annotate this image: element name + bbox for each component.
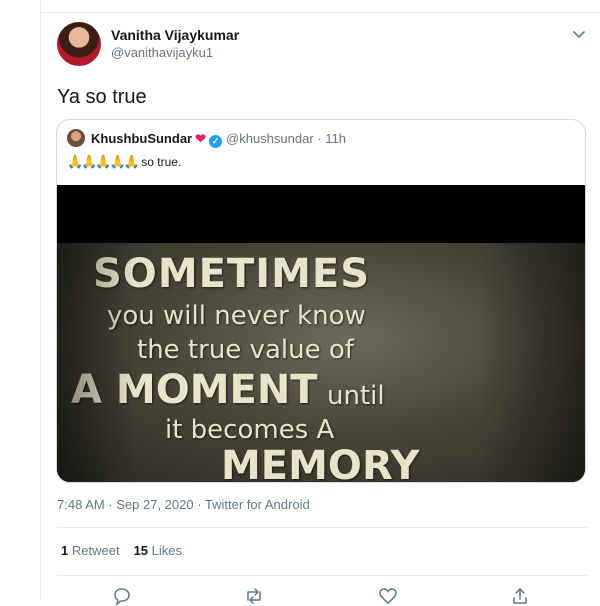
top-divider <box>40 12 600 13</box>
image-text-line: MEMORY <box>221 443 420 482</box>
quoted-tweet[interactable]: KhushbuSundar ❤ ✓ @khushsundar · 11h 🙏🙏🙏🙏🙏 … <box>56 119 586 483</box>
chevron-down-icon[interactable] <box>571 26 587 42</box>
reply-icon[interactable] <box>112 586 132 606</box>
tweet-text: Ya so true <box>57 86 147 108</box>
divider <box>57 527 587 528</box>
author-handle[interactable]: @vanithavijayku1 <box>111 45 213 60</box>
quoted-author-avatar <box>67 129 85 147</box>
image-text-line: SOMETIMES <box>93 251 371 297</box>
verified-badge-icon: ✓ <box>209 135 223 148</box>
image-text-line: you will never know <box>107 301 366 331</box>
likes-count[interactable]: 15 Likes <box>134 543 182 558</box>
retweet-count[interactable]: 1 Retweet <box>61 543 120 558</box>
heart-icon: ❤ <box>195 131 207 146</box>
author-avatar[interactable] <box>57 22 101 66</box>
quoted-text: so true. <box>141 155 182 169</box>
image-text-line: until <box>327 381 385 411</box>
author-name[interactable]: Vanitha Vijaykumar <box>111 27 239 43</box>
image-background: SOMETIMES you will never know the true v… <box>57 243 585 482</box>
image-text-line: A MOMENT <box>71 367 318 413</box>
share-icon[interactable] <box>510 586 530 606</box>
retweet-icon[interactable] <box>244 586 264 606</box>
quoted-author-handle: @khushsundar · 11h <box>226 131 346 146</box>
tweet-stats: 1 Retweet 15 Likes <box>61 543 182 558</box>
folded-hands-emoji: 🙏🙏🙏🙏🙏 <box>67 154 140 169</box>
image-text-line: it becomes A <box>165 415 335 445</box>
quoted-author-header: KhushbuSundar ❤ ✓ @khushsundar · 11h <box>91 131 346 148</box>
quoted-tweet-text: 🙏🙏🙏🙏🙏 so true. <box>67 154 181 170</box>
image-text-line: the true value of <box>137 335 354 365</box>
quoted-author-name: KhushbuSundar <box>91 131 193 146</box>
quoted-tweet-image[interactable]: SOMETIMES you will never know the true v… <box>57 185 585 482</box>
tweet-timestamp[interactable]: 7:48 AM · Sep 27, 2020 · Twitter for And… <box>57 497 310 512</box>
like-icon[interactable] <box>378 586 398 606</box>
divider <box>57 575 587 576</box>
